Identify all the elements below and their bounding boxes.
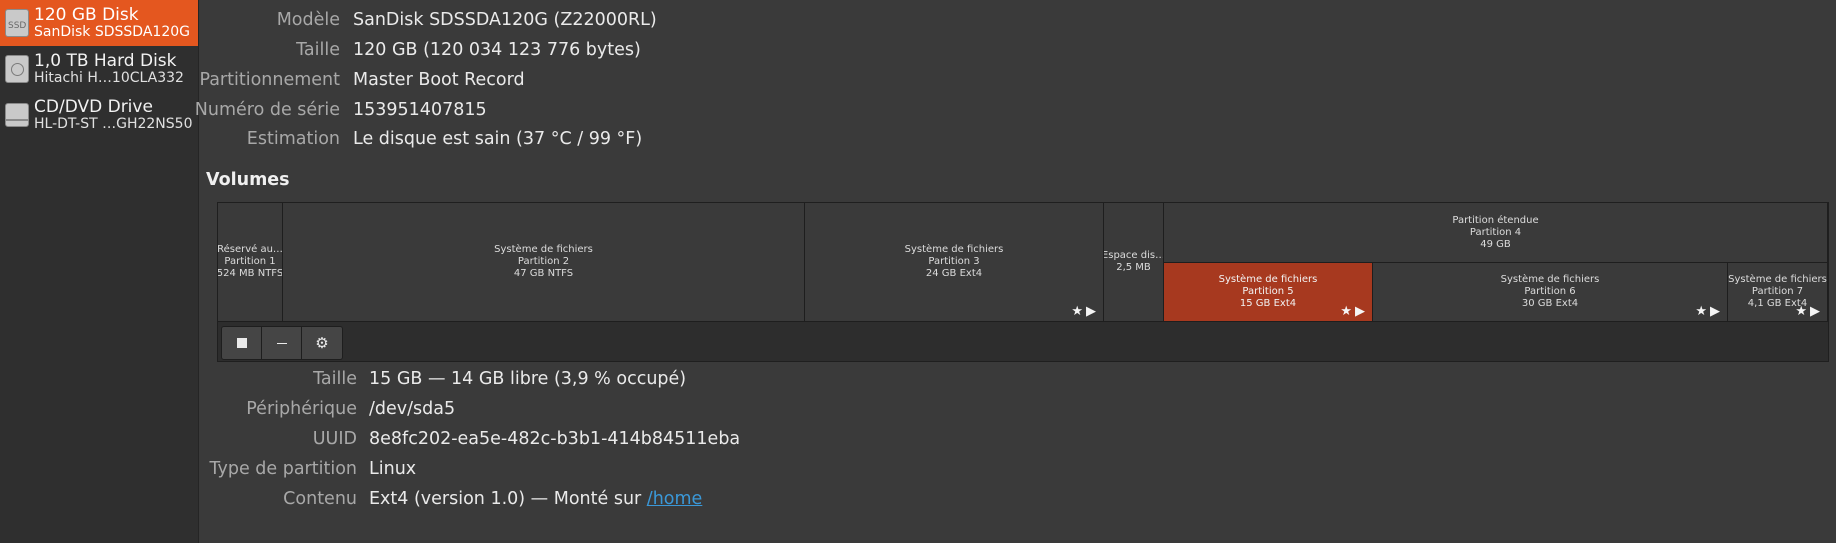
disk-item-1tb[interactable]: 1,0 TB Hard Disk Hitachi H…10CLA332 bbox=[0, 46, 198, 92]
stop-button[interactable] bbox=[222, 327, 262, 359]
partition-3[interactable]: Système de fichiers Partition 3 24 GB Ex… bbox=[805, 203, 1104, 322]
partition-type-label: Type de partition bbox=[209, 459, 357, 479]
partition-4-extended[interactable]: Partition étendue Partition 4 49 GB bbox=[1164, 203, 1828, 263]
disk-item-120gb[interactable]: SSD 120 GB Disk SanDisk SDSSDA120G bbox=[0, 0, 198, 46]
gears-icon: ⚙ bbox=[315, 334, 329, 352]
volumes-heading: Volumes bbox=[206, 170, 290, 190]
partition-2[interactable]: Système de fichiers Partition 2 47 GB NT… bbox=[283, 203, 805, 322]
mount-actions-icon[interactable]: ★▶ bbox=[1071, 305, 1099, 318]
size-label: Taille bbox=[296, 40, 340, 60]
disk-model: SanDisk SDSSDA120G bbox=[34, 23, 190, 40]
free-space[interactable]: Espace dis… 2,5 MB bbox=[1104, 203, 1164, 322]
optical-drive-icon bbox=[5, 103, 29, 127]
delete-partition-button[interactable] bbox=[262, 327, 302, 359]
vol-size-value: 15 GB — 14 GB libre (3,9 % occupé) bbox=[369, 369, 687, 389]
ssd-icon: SSD bbox=[5, 9, 29, 37]
device-label: Périphérique bbox=[246, 399, 357, 419]
device-value: /dev/sda5 bbox=[369, 399, 456, 419]
contents-value: Ext4 (version 1.0) — Monté sur /home bbox=[369, 489, 703, 509]
more-actions-button[interactable]: ⚙ bbox=[302, 327, 342, 359]
assessment-label: Estimation bbox=[246, 129, 340, 149]
contents-label: Contenu bbox=[283, 489, 357, 509]
stop-icon bbox=[236, 338, 247, 348]
disk-model: HL-DT-ST …GH22NS50 bbox=[34, 115, 193, 132]
mount-actions-icon[interactable]: ★▶ bbox=[1340, 305, 1368, 318]
partition-7[interactable]: Système de fichiers Partition 7 4,1 GB E… bbox=[1728, 263, 1828, 322]
size-value: 120 GB (120 034 123 776 bytes) bbox=[353, 40, 641, 60]
vol-size-label: Taille bbox=[313, 369, 357, 389]
serial-label: Numéro de série bbox=[194, 100, 340, 120]
volume-map: Réservé au… Partition 1 524 MB NTFS Syst… bbox=[217, 202, 1829, 362]
mount-actions-icon[interactable]: ★▶ bbox=[1795, 305, 1823, 318]
uuid-label: UUID bbox=[312, 429, 357, 449]
partition-type-value: Linux bbox=[369, 459, 417, 479]
hard-disk-icon bbox=[5, 55, 29, 83]
partition-5[interactable]: Système de fichiers Partition 5 15 GB Ex… bbox=[1164, 263, 1373, 322]
disk-name: 1,0 TB Hard Disk bbox=[34, 51, 177, 71]
disk-name: CD/DVD Drive bbox=[34, 97, 153, 117]
mount-point-link[interactable]: /home bbox=[647, 489, 703, 509]
minus-icon bbox=[276, 342, 287, 344]
assessment-value: Le disque est sain (37 °C / 99 °F) bbox=[353, 129, 643, 149]
disk-model: Hitachi H…10CLA332 bbox=[34, 69, 184, 86]
partitioning-label: Partitionnement bbox=[199, 70, 340, 90]
disk-name: 120 GB Disk bbox=[34, 5, 139, 25]
partition-1[interactable]: Réservé au… Partition 1 524 MB NTFS bbox=[218, 203, 283, 322]
uuid-value: 8e8fc202-ea5e-482c-b3b1-414b84511eba bbox=[369, 429, 741, 449]
disk-sidebar: SSD 120 GB Disk SanDisk SDSSDA120G 1,0 T… bbox=[0, 0, 199, 543]
serial-value: 153951407815 bbox=[353, 100, 487, 120]
volume-toolbar: ⚙ bbox=[221, 326, 343, 360]
partitioning-value: Master Boot Record bbox=[353, 70, 525, 90]
partition-6[interactable]: Système de fichiers Partition 6 30 GB Ex… bbox=[1373, 263, 1728, 322]
mount-actions-icon[interactable]: ★▶ bbox=[1695, 305, 1723, 318]
disk-item-cdvd[interactable]: CD/DVD Drive HL-DT-ST …GH22NS50 bbox=[0, 92, 198, 138]
model-label: Modèle bbox=[276, 10, 340, 30]
model-value: SanDisk SDSSDA120G (Z22000RL) bbox=[353, 10, 657, 30]
